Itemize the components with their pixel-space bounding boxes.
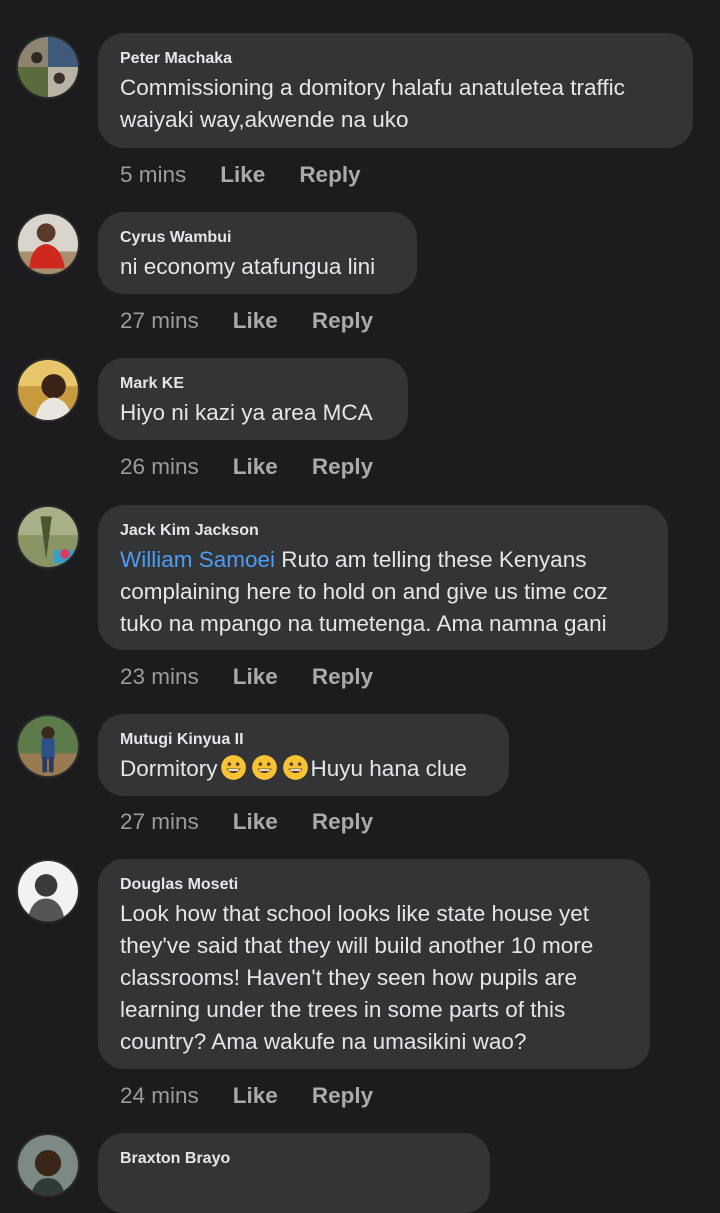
avatar-image: [18, 214, 78, 274]
avatar-image: [18, 861, 78, 921]
avatar[interactable]: [16, 358, 80, 422]
comment-actions: 27 mins Like Reply: [120, 807, 407, 837]
like-button[interactable]: Like: [233, 306, 278, 336]
comment-bubble: Jack Kim Jackson William Samoei Ruto am …: [98, 505, 668, 650]
avatar[interactable]: [16, 212, 80, 276]
comment-author[interactable]: Braxton Brayo: [120, 1149, 468, 1169]
mention-link[interactable]: William Samoei: [120, 547, 275, 572]
avatar[interactable]: [16, 35, 80, 99]
reply-button[interactable]: Reply: [312, 1081, 373, 1111]
like-button[interactable]: Like: [233, 1081, 278, 1111]
comment-text: Commissioning a domitory halafu anatulet…: [120, 75, 625, 132]
comment-author[interactable]: Mark KE: [120, 374, 386, 394]
comment-text: William Samoei Ruto am telling these Ken…: [120, 544, 646, 640]
comment-text-part: Dormitory: [120, 756, 218, 781]
comment-text-part: Huyu hana clue: [310, 756, 467, 781]
comment-bubble: Braxton Brayo: [98, 1133, 490, 1213]
comment-author[interactable]: Peter Machaka: [120, 49, 671, 69]
avatar-image: [18, 37, 78, 97]
comment-author[interactable]: Mutugi Kinyua II: [120, 730, 487, 750]
comment-text: Dormitory Huyu hana clue: [120, 753, 487, 785]
avatar-image: [18, 1135, 78, 1195]
comment-bubble: Mutugi Kinyua II Dormitory Huyu hana clue: [98, 714, 509, 796]
comment-time[interactable]: 23 mins: [120, 662, 199, 692]
comment-time[interactable]: 24 mins: [120, 1081, 199, 1111]
reply-button[interactable]: Reply: [312, 306, 373, 336]
comment-text: Hiyo ni kazi ya area MCA: [120, 400, 373, 425]
avatar[interactable]: [16, 859, 80, 923]
avatar-image: [18, 716, 78, 776]
comment-bubble: Cyrus Wambui ni economy atafungua lini: [98, 212, 417, 294]
comment-bubble: Douglas Moseti Look how that school look…: [98, 859, 650, 1069]
grinning-face-emoji: [282, 754, 309, 781]
like-button[interactable]: Like: [233, 452, 278, 482]
like-button[interactable]: Like: [233, 807, 278, 837]
comment-text: Look how that school looks like state ho…: [120, 901, 594, 1054]
comment-author[interactable]: Cyrus Wambui: [120, 228, 395, 248]
comment-actions: 23 mins Like Reply: [120, 662, 407, 692]
grinning-face-emoji: [251, 754, 278, 781]
comment-actions: 26 mins Like Reply: [120, 452, 407, 482]
comment-time[interactable]: 26 mins: [120, 452, 199, 482]
avatar[interactable]: [16, 1133, 80, 1197]
comment-time[interactable]: 5 mins: [120, 160, 186, 190]
comment-actions: 24 mins Like Reply: [120, 1081, 407, 1111]
comment-time[interactable]: 27 mins: [120, 807, 199, 837]
comment-bubble: Peter Machaka Commissioning a domitory h…: [98, 33, 693, 148]
avatar[interactable]: [16, 505, 80, 569]
comment-text: ni economy atafungua lini: [120, 254, 376, 279]
reply-button[interactable]: Reply: [312, 662, 373, 692]
like-button[interactable]: Like: [233, 662, 278, 692]
avatar[interactable]: [16, 714, 80, 778]
reply-button[interactable]: Reply: [312, 807, 373, 837]
comment-actions: 27 mins Like Reply: [120, 306, 407, 336]
grinning-face-emoji: [220, 754, 247, 781]
reply-button[interactable]: Reply: [312, 452, 373, 482]
like-button[interactable]: Like: [220, 160, 265, 190]
comment-author[interactable]: Douglas Moseti: [120, 875, 628, 895]
reply-button[interactable]: Reply: [299, 160, 360, 190]
comment-time[interactable]: 27 mins: [120, 306, 199, 336]
comment-author[interactable]: Jack Kim Jackson: [120, 521, 646, 541]
comment-actions: 5 mins Like Reply: [120, 160, 395, 190]
avatar-image: [18, 360, 78, 420]
avatar-image: [18, 507, 78, 567]
comment-bubble: Mark KE Hiyo ni kazi ya area MCA: [98, 358, 408, 440]
